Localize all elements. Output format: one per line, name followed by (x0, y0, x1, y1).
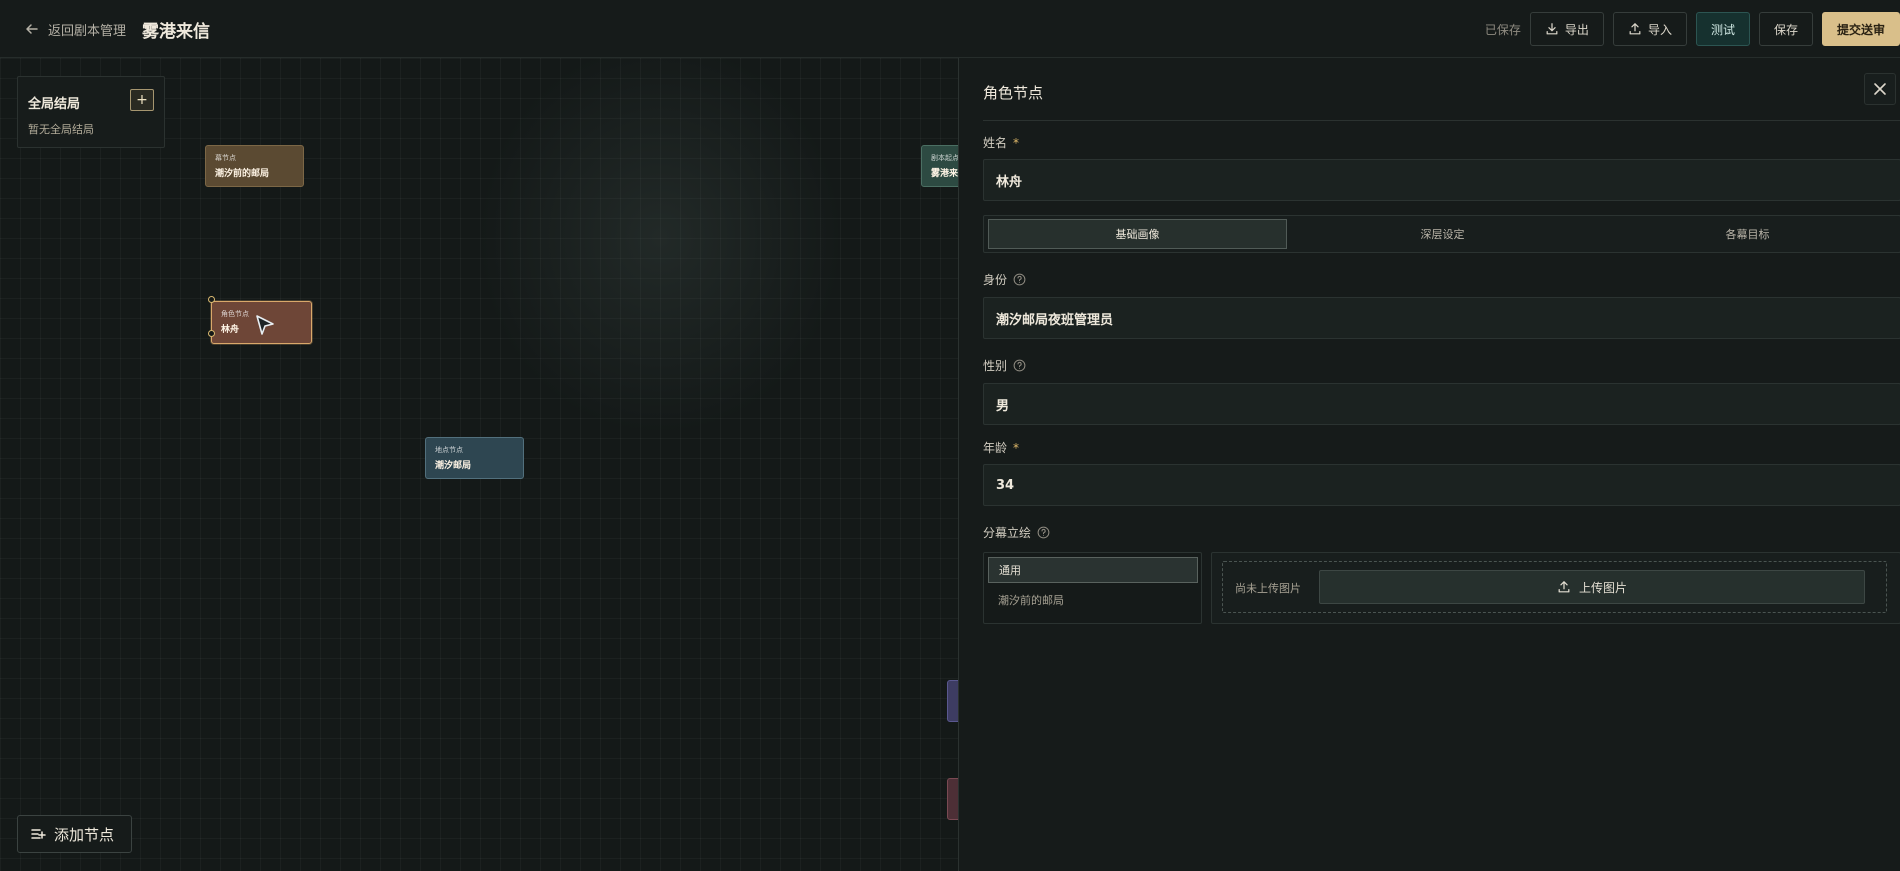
upload-dropzone[interactable]: 尚未上传图片 上传图片 (1222, 561, 1887, 613)
gender-input[interactable] (983, 383, 1900, 425)
tab-basic-profile[interactable]: 基础画像 (988, 219, 1287, 249)
partial-node[interactable] (947, 680, 958, 722)
top-actions: 已保存 导出 导入 测试 保存 提交送审 (1485, 12, 1900, 46)
tab-act-goals[interactable]: 各幕目标 (1598, 219, 1897, 249)
add-node-label: 添加节点 (54, 825, 115, 844)
identity-label-text: 身份 (983, 273, 1008, 287)
gender-label-text: 性别 (983, 359, 1008, 373)
script-start-node[interactable]: 剧本起点 雾港来信 (921, 145, 958, 187)
mouse-cursor-icon (256, 315, 274, 335)
node-connection-handle[interactable] (208, 296, 215, 303)
add-global-ending-button[interactable]: + (130, 89, 154, 111)
name-label-text: 姓名 (983, 136, 1008, 150)
node-type-label: 地点节点 (435, 446, 463, 454)
age-input[interactable] (983, 464, 1900, 506)
upload-label: 上传图片 (1578, 580, 1627, 595)
node-name-label: 雾港来信 (931, 169, 958, 179)
portrait-field-label: 分幕立绘 (983, 524, 1050, 541)
node-canvas[interactable]: 全局结局 + 暂无全局结局 幕节点 潮汐前的邮局 角色节点 林舟 地点节点 潮汐… (0, 58, 958, 871)
gender-field-label: 性别 (983, 357, 1026, 374)
node-name-label: 潮汐邮局 (435, 461, 472, 471)
help-circle-icon[interactable] (1037, 526, 1050, 539)
back-to-script-management[interactable]: 返回剧本管理 (24, 18, 126, 40)
upload-icon (1558, 581, 1570, 593)
add-list-icon (31, 829, 46, 839)
portrait-item-act[interactable]: 潮汐前的邮局 (988, 587, 1198, 613)
portrait-act-list: 通用 潮汐前的邮局 (983, 552, 1202, 624)
export-button[interactable]: 导出 (1529, 12, 1604, 46)
no-image-text: 尚未上传图片 (1235, 582, 1301, 595)
name-field-label: 姓名 * (983, 134, 1019, 151)
identity-field-label: 身份 (983, 271, 1026, 288)
required-mark: * (1013, 135, 1020, 150)
age-field-label: 年龄 * (983, 439, 1019, 456)
global-endings-panel: 全局结局 + 暂无全局结局 (17, 76, 165, 148)
identity-input[interactable] (983, 297, 1900, 339)
back-label: 返回剧本管理 (48, 23, 127, 39)
export-label: 导出 (1564, 22, 1589, 37)
partial-node[interactable] (947, 778, 958, 820)
tab-deep-settings[interactable]: 深层设定 (1293, 219, 1592, 249)
save-button[interactable]: 保存 (1758, 12, 1813, 46)
close-icon (1874, 83, 1886, 95)
role-node-editor-panel: 角色节点 姓名 * 基础画像 深层设定 各幕目标 身份 性别 年龄 * 分幕立绘… (958, 58, 1900, 871)
help-circle-icon[interactable] (1013, 359, 1026, 372)
node-type-label: 剧本起点 (931, 154, 958, 162)
node-name-label: 潮汐前的邮局 (215, 169, 270, 179)
panel-divider (983, 120, 1900, 121)
portrait-item-general[interactable]: 通用 (988, 557, 1198, 583)
portrait-label-text: 分幕立绘 (983, 526, 1032, 540)
close-panel-button[interactable] (1864, 73, 1896, 105)
age-label-text: 年龄 (983, 441, 1008, 455)
help-circle-icon[interactable] (1013, 273, 1026, 286)
node-connection-handle[interactable] (208, 330, 215, 337)
arrow-left-icon (26, 24, 38, 34)
panel-title: 角色节点 (983, 84, 1044, 102)
script-title: 雾港来信 (142, 22, 210, 42)
download-icon (1546, 23, 1558, 35)
global-endings-empty-text: 暂无全局结局 (28, 123, 94, 136)
upload-icon (1629, 23, 1641, 35)
saved-status: 已保存 (1484, 22, 1521, 37)
upload-image-button[interactable]: 上传图片 (1319, 570, 1865, 604)
node-type-label: 幕节点 (215, 154, 236, 162)
test-button[interactable]: 测试 (1695, 12, 1750, 46)
act-node[interactable]: 幕节点 潮汐前的邮局 (205, 145, 304, 187)
import-button[interactable]: 导入 (1612, 12, 1687, 46)
import-label: 导入 (1647, 22, 1672, 37)
submit-review-button[interactable]: 提交送审 (1821, 12, 1900, 46)
place-node[interactable]: 地点节点 潮汐邮局 (425, 437, 524, 479)
add-node-button[interactable]: 添加节点 (17, 815, 132, 853)
name-input[interactable] (983, 159, 1900, 201)
role-detail-tabs: 基础画像 深层设定 各幕目标 (983, 215, 1900, 253)
portrait-upload-area: 尚未上传图片 上传图片 (1211, 552, 1900, 624)
top-bar: 返回剧本管理 雾港来信 已保存 导出 导入 测试 保存 提交送审 (0, 0, 1900, 58)
required-mark: * (1013, 440, 1020, 455)
global-endings-title: 全局结局 (28, 97, 81, 112)
